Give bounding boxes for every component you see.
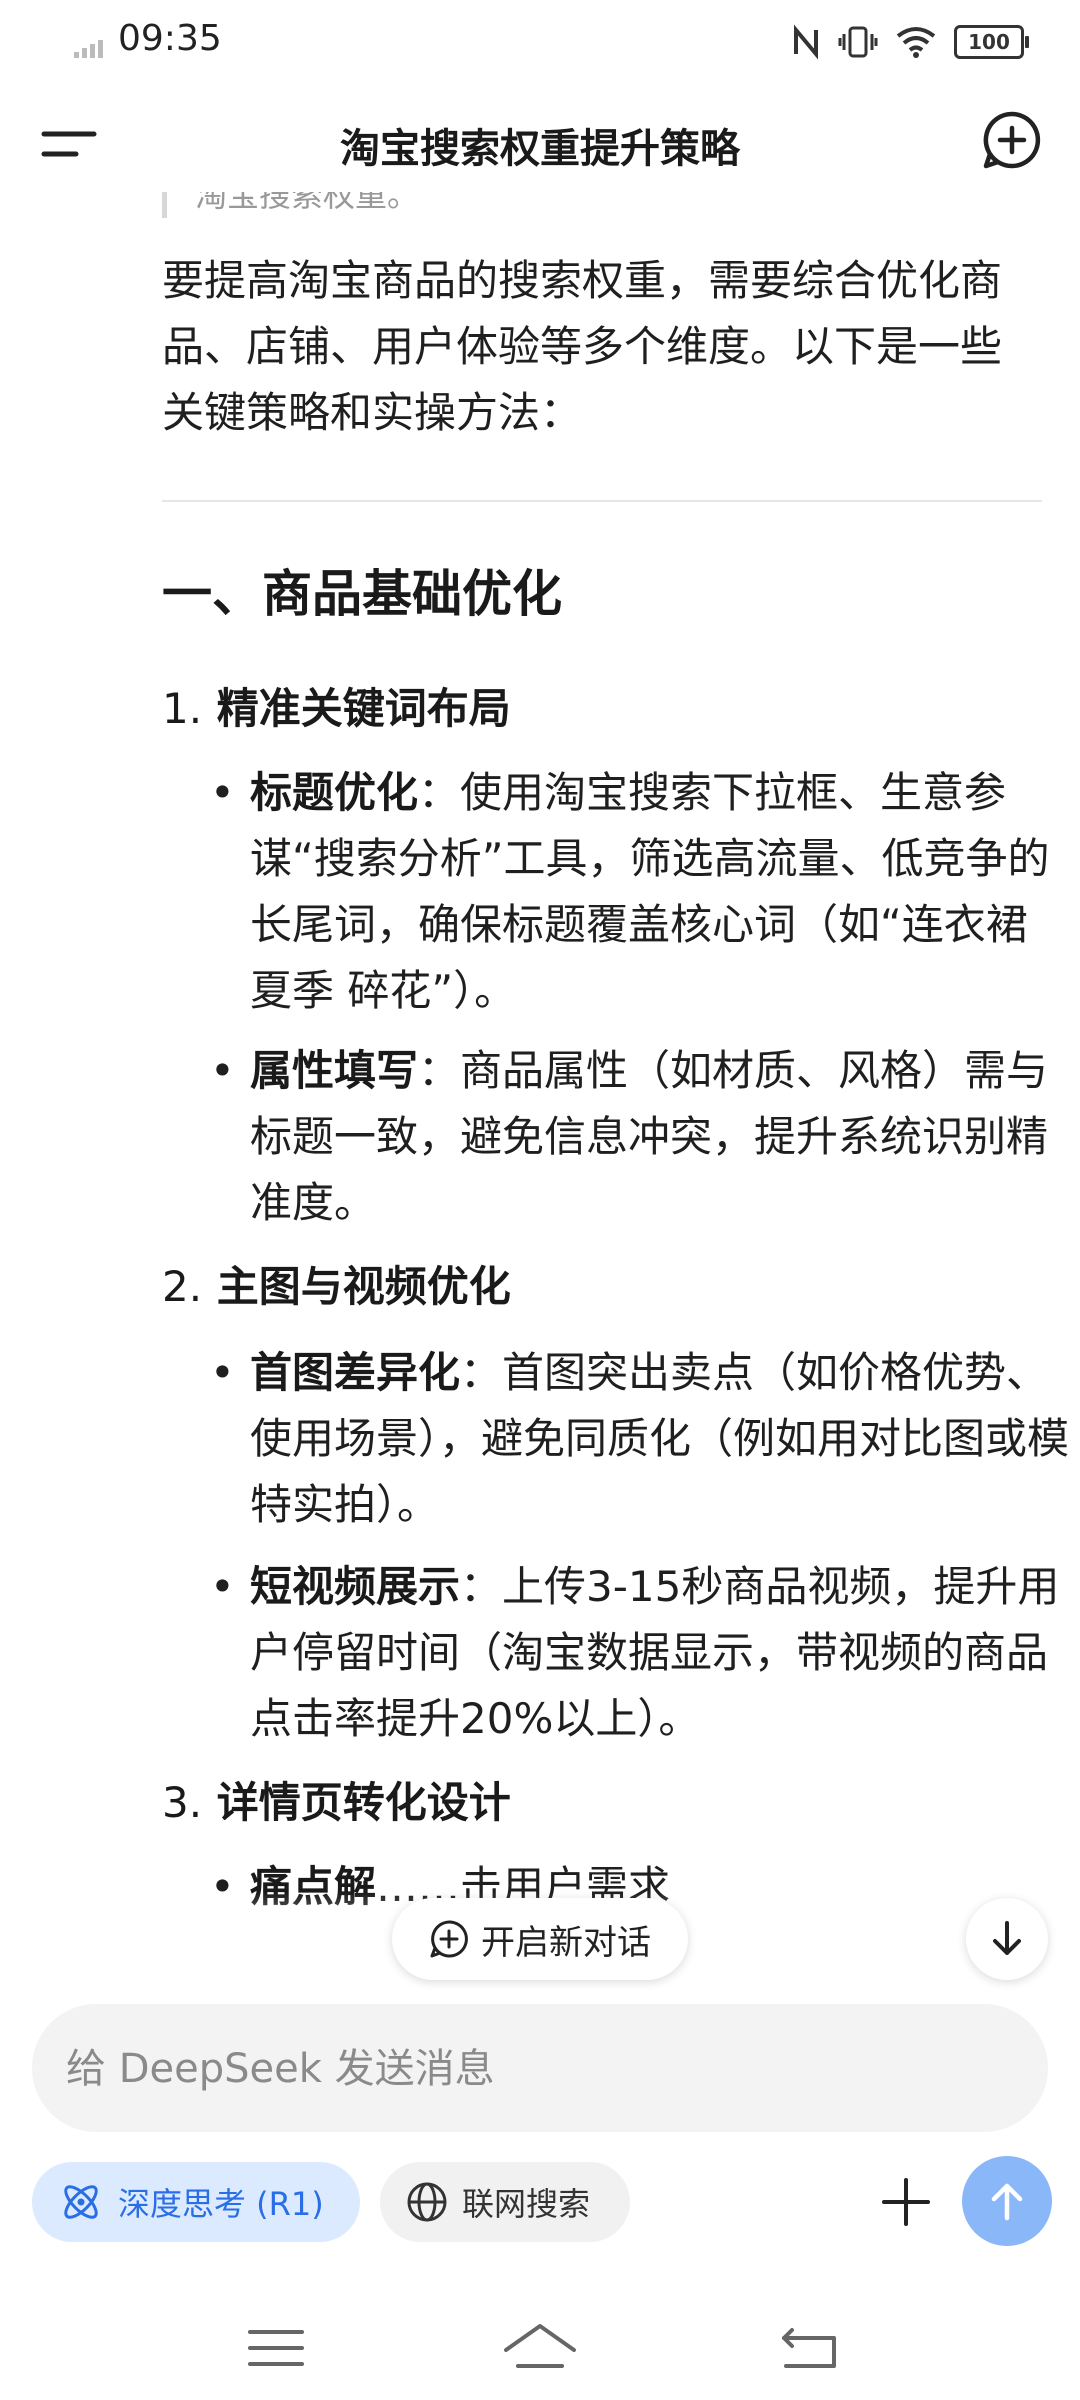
atom-icon <box>64 2185 98 2219</box>
attach-button[interactable] <box>870 2166 942 2238</box>
nfc-icon <box>794 24 818 60</box>
list-item-title: 主图与视频优化 <box>216 1262 511 1311</box>
bullet-label: 短视频展示 <box>250 1562 461 1611</box>
list-item: 1. 精准关键词布局 <box>162 676 511 742</box>
plus-icon <box>882 2178 930 2226</box>
bullet-dot: • <box>210 768 235 817</box>
list-number: 2. <box>162 1262 203 1311</box>
web-search-label: 联网搜索 <box>462 2185 591 2223</box>
bullet-dot: • <box>210 1046 235 1095</box>
bullet-item: • 短视频展示：上传3-15秒商品视频，提升用户停留时间（淘宝数据显示，带视频的商… <box>210 1554 1080 1752</box>
app-header: 淘宝搜索权重提升策略 <box>0 96 1080 192</box>
vibrate-icon <box>838 26 878 58</box>
list-item-title: 精准关键词布局 <box>216 684 511 733</box>
menu-icon[interactable] <box>40 120 98 168</box>
wifi-icon <box>896 27 936 58</box>
bullet-label: 属性填写 <box>250 1046 419 1095</box>
arrow-down-icon <box>993 1921 1021 1955</box>
clock: 09:35 <box>118 18 222 59</box>
status-bar: 09:35 100 <box>0 0 1080 84</box>
intro-paragraph: 要提高淘宝商品的搜索权重，需要综合优化商品、店铺、用户体验等多个维度。以下是一些… <box>162 256 1003 437</box>
scroll-down-button[interactable] <box>966 1898 1048 1980</box>
list-number: 3. <box>162 1778 203 1827</box>
page-title: 淘宝搜索权重提升策略 <box>340 126 740 172</box>
web-search-toggle[interactable]: 联网搜索 <box>380 2162 630 2242</box>
bullet-item: • 首图差异化：首图突出卖点（如价格优势、使用场景），避免同质化（例如用对比图或模… <box>210 1340 1080 1538</box>
section-heading: 一、商品基础优化 <box>162 565 562 623</box>
new-conversation-button[interactable]: 开启新对话 <box>392 1898 688 1980</box>
new-chat-plus-icon <box>430 1920 468 1958</box>
battery-icon: 100 <box>954 25 1029 59</box>
composer-toolbar: 深度思考 (R1) 联网搜索 <box>32 2156 1052 2246</box>
new-conversation-label: 开启新对话 <box>481 1922 651 1963</box>
bullet-dot: • <box>210 1562 235 1611</box>
bullet-item: • 属性填写：商品属性（如材质、风格）需与标题一致，避免信息冲突，提升系统识别精准… <box>210 1038 1080 1236</box>
bullet-label: 首图差异化 <box>250 1348 461 1397</box>
list-number: 1. <box>162 684 203 733</box>
deep-think-label: 深度思考 (R1) <box>118 2185 324 2223</box>
bullet-dot: • <box>210 1348 235 1397</box>
list-item-title: 详情页转化设计 <box>216 1778 511 1827</box>
chat-content[interactable]: 淘宝搜索权重。 要提高淘宝商品的搜索权重，需要综合优化商品、店铺、用户体验等多个… <box>0 192 1080 1962</box>
globe-icon <box>407 2182 447 2222</box>
deep-think-toggle[interactable]: 深度思考 (R1) <box>32 2162 360 2242</box>
status-icons: 100 <box>792 20 1029 64</box>
list-item: 3. 详情页转化设计 <box>162 1770 511 1836</box>
list-item: 2. 主图与视频优化 <box>162 1254 511 1320</box>
back-icon[interactable] <box>772 2318 852 2378</box>
quote-block: 淘宝搜索权重。 <box>162 192 1075 218</box>
message-input[interactable] <box>64 2004 1008 2134</box>
system-navigation-bar <box>0 2300 1080 2400</box>
message-input-container <box>32 2004 1048 2134</box>
divider <box>162 500 1042 502</box>
home-icon[interactable] <box>500 2318 580 2378</box>
recent-apps-icon[interactable] <box>236 2318 316 2378</box>
signal-icon <box>74 40 103 58</box>
bullet-item: • 标题优化：使用淘宝搜索下拉框、生意参谋“搜索分析”工具，筛选高流量、低竞争的长… <box>210 760 1080 1024</box>
send-button[interactable] <box>962 2156 1052 2246</box>
arrow-up-icon <box>991 2183 1023 2221</box>
new-chat-plus-icon[interactable] <box>982 110 1042 170</box>
bullet-label: 标题优化 <box>250 768 419 817</box>
